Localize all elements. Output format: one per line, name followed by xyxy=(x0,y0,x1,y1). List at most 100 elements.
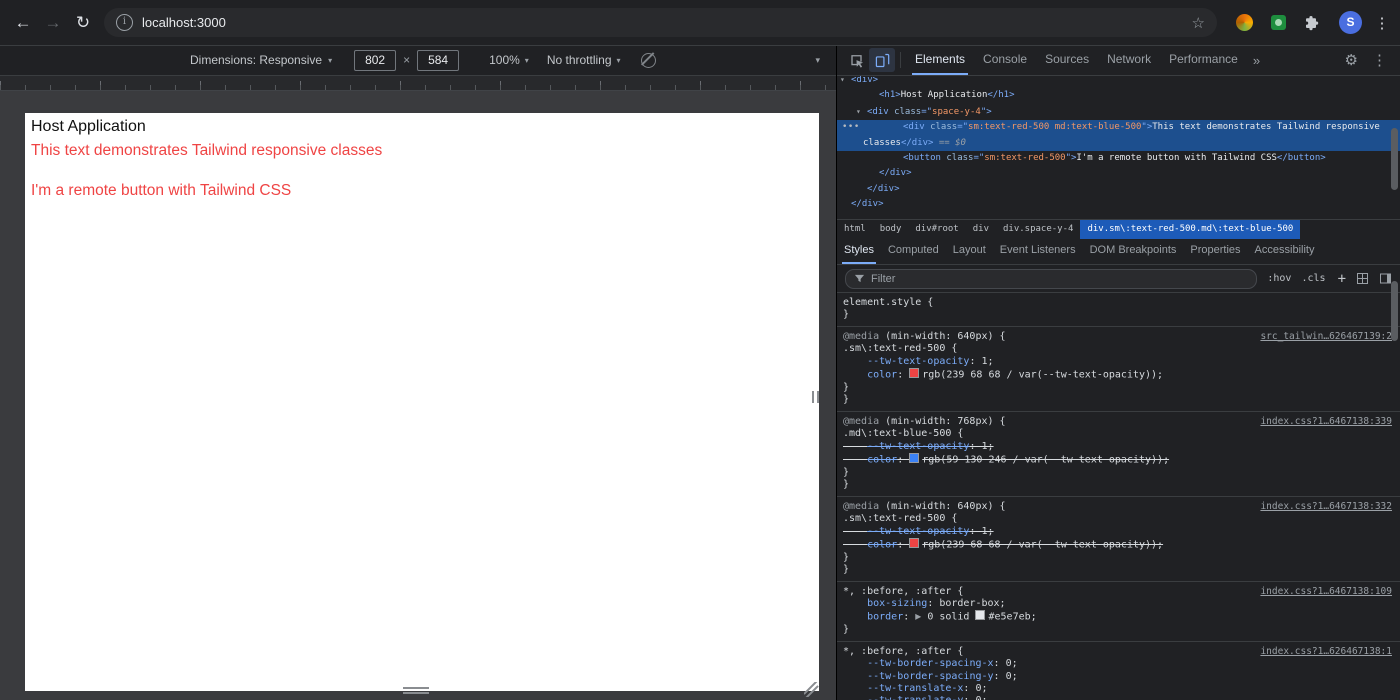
extensions-puzzle-icon[interactable] xyxy=(1304,15,1320,31)
stylesheet-source-link[interactable]: index.css?1…6467138:332 xyxy=(1260,501,1392,512)
viewport-width-input[interactable]: 802 xyxy=(354,49,397,71)
new-style-rule-button[interactable]: + xyxy=(1338,271,1346,287)
css-declaration[interactable]: color: rgb(239 68 68 / var(--tw-text-opa… xyxy=(843,537,1394,552)
css-declaration[interactable]: --tw-border-spacing-y: 0; xyxy=(843,671,1394,683)
element-classes-button[interactable]: .cls xyxy=(1301,273,1325,284)
rotate-viewport-icon[interactable] xyxy=(640,52,656,68)
dom-tree-node[interactable]: ▾ <div class="space-y-4"> xyxy=(837,104,1400,120)
device-toolbar-toggle-icon[interactable] xyxy=(869,48,895,72)
throttling-select[interactable]: No throttling ▾ xyxy=(547,53,621,67)
more-tabs-icon[interactable]: » xyxy=(1247,53,1266,68)
code-token: classes xyxy=(863,137,901,148)
css-declaration[interactable]: color: rgb(59 130 246 / var(--tw-text-op… xyxy=(843,452,1394,467)
dom-tree-node[interactable]: <button class="sm:text-red-500">I'm a re… xyxy=(837,151,1400,166)
stylesheet-source-link[interactable]: index.css?1…6467138:109 xyxy=(1260,586,1392,597)
node-more-actions-icon[interactable]: ••• xyxy=(842,120,860,135)
viewport-resize-handle-corner[interactable] xyxy=(804,682,820,697)
css-declaration[interactable]: --tw-border-spacing-x: 0; xyxy=(843,658,1394,670)
settings-gear-icon[interactable]: ⚙ xyxy=(1338,51,1365,69)
css-declaration[interactable]: --tw-text-opacity: 1; xyxy=(843,526,1394,538)
css-declaration[interactable]: .md\:text-blue-500 { xyxy=(843,428,1394,440)
stylesheet-source-link[interactable]: index.css?1…6467138:339 xyxy=(1260,416,1392,427)
dom-tree-node[interactable]: ••• <div class="sm:text-red-500 md:text-b… xyxy=(837,120,1400,136)
devtools-tab-sources[interactable]: Sources xyxy=(1036,45,1098,75)
browser-menu-icon[interactable]: ⋮ xyxy=(1372,14,1392,32)
breadcrumb-item[interactable]: html xyxy=(837,220,873,239)
styles-tab-layout[interactable]: Layout xyxy=(946,239,993,264)
stylesheet-source-link[interactable]: index.css?1…626467138:1 xyxy=(1260,646,1392,657)
url-text[interactable]: localhost:3000 xyxy=(142,15,1192,30)
stylesheet-source-link[interactable]: src_tailwin…626467139:2 xyxy=(1260,331,1392,342)
color-swatch[interactable] xyxy=(975,610,986,621)
forward-icon[interactable]: → xyxy=(38,13,68,33)
css-declaration[interactable]: } xyxy=(843,309,1394,321)
viewport-resize-handle-bottom[interactable] xyxy=(403,687,429,694)
viewport-height-input[interactable]: 584 xyxy=(417,49,460,71)
styles-tab-event-listeners[interactable]: Event Listeners xyxy=(993,239,1083,264)
css-declaration[interactable]: } xyxy=(843,564,1394,576)
styles-tab-styles[interactable]: Styles xyxy=(837,239,881,264)
css-declaration[interactable]: --tw-translate-y: 0; xyxy=(843,695,1394,700)
color-swatch[interactable] xyxy=(909,452,920,463)
css-declaration[interactable]: box-sizing: border-box; xyxy=(843,598,1394,610)
zoom-select[interactable]: 100% ▾ xyxy=(489,53,529,67)
devtools-tab-network[interactable]: Network xyxy=(1098,45,1160,75)
styles-tab-computed[interactable]: Computed xyxy=(881,239,946,264)
css-declaration[interactable]: } xyxy=(843,467,1394,479)
reload-icon[interactable]: ↻ xyxy=(68,13,98,33)
site-info-icon[interactable]: i xyxy=(116,14,133,31)
devtools-menu-icon[interactable]: ⋮ xyxy=(1365,51,1394,69)
expand-caret-icon[interactable]: ▾ xyxy=(856,104,867,119)
dom-tree-node[interactable]: </div> xyxy=(837,166,1400,181)
color-swatch[interactable] xyxy=(909,537,920,548)
breadcrumb-item[interactable]: div xyxy=(966,220,996,239)
breadcrumb-item[interactable]: div.space-y-4 xyxy=(996,220,1080,239)
dom-tree-node[interactable]: </div> xyxy=(837,182,1400,197)
inspect-element-icon[interactable] xyxy=(843,48,869,72)
css-declaration[interactable]: } xyxy=(843,624,1394,636)
styles-tab-dom-breakpoints[interactable]: DOM Breakpoints xyxy=(1083,239,1184,264)
styles-scrollbar[interactable] xyxy=(1391,281,1398,341)
css-declaration[interactable]: element.style { xyxy=(843,297,1394,309)
dom-tree-node[interactable]: ▾ <div> xyxy=(837,76,1400,88)
dom-tree-node[interactable]: classes</div> == $0 xyxy=(837,135,1400,152)
css-declaration[interactable]: } xyxy=(843,394,1394,406)
css-declaration[interactable]: } xyxy=(843,479,1394,491)
breadcrumb-item[interactable]: body xyxy=(873,220,909,239)
grid-editor-icon[interactable] xyxy=(1356,272,1369,285)
extension-icon-1[interactable] xyxy=(1236,14,1253,31)
css-declaration[interactable]: .sm\:text-red-500 { xyxy=(843,343,1394,355)
css-declaration[interactable]: .sm\:text-red-500 { xyxy=(843,513,1394,525)
breadcrumb-item[interactable]: div#root xyxy=(908,220,965,239)
bookmark-star-icon[interactable]: ☆ xyxy=(1192,14,1205,32)
color-swatch[interactable] xyxy=(909,368,920,379)
css-declaration[interactable]: } xyxy=(843,552,1394,564)
toggle-element-state-button[interactable]: :hov xyxy=(1267,273,1291,284)
extension-icon-2[interactable] xyxy=(1271,15,1286,30)
devtools-tab-elements[interactable]: Elements xyxy=(906,45,974,75)
back-icon[interactable]: ← xyxy=(8,13,38,33)
breadcrumb-item[interactable]: div.sm\:text-red-500.md\:text-blue-500 xyxy=(1080,220,1301,239)
remote-button[interactable]: I'm a remote button with Tailwind CSS xyxy=(31,182,291,200)
css-declaration[interactable]: --tw-translate-x: 0; xyxy=(843,683,1394,695)
css-declaration[interactable]: --tw-text-opacity: 1; xyxy=(843,356,1394,368)
expand-caret-icon[interactable]: ▾ xyxy=(840,76,851,87)
devtools-tab-console[interactable]: Console xyxy=(974,45,1036,75)
styles-filter-input[interactable]: Filter xyxy=(845,268,1258,289)
styles-tab-accessibility[interactable]: Accessibility xyxy=(1248,239,1322,264)
css-declaration[interactable]: color: rgb(239 68 68 / var(--tw-text-opa… xyxy=(843,368,1394,382)
dom-tree-node[interactable]: <h1>Host Application</h1> xyxy=(837,88,1400,103)
tree-scrollbar[interactable] xyxy=(1391,128,1398,190)
css-declaration[interactable]: } xyxy=(843,382,1394,394)
profile-avatar[interactable]: S xyxy=(1339,11,1362,34)
device-toolbar-options-icon[interactable]: ▾ xyxy=(815,55,820,66)
css-declaration[interactable]: border: ▶ 0 solid #e5e7eb; xyxy=(843,610,1394,624)
devtools-tab-performance[interactable]: Performance xyxy=(1160,45,1247,75)
device-type-select[interactable]: Dimensions: Responsive ▾ xyxy=(190,53,332,67)
screen: ← → ↻ i localhost:3000 ☆ S ⋮ Dimensions:… xyxy=(0,0,1400,700)
dom-tree-node[interactable]: </div> xyxy=(837,197,1400,212)
css-declaration[interactable]: --tw-text-opacity: 1; xyxy=(843,441,1394,453)
viewport-resize-handle-right[interactable] xyxy=(812,391,819,403)
url-bar[interactable]: i localhost:3000 ☆ xyxy=(104,8,1217,37)
styles-tab-properties[interactable]: Properties xyxy=(1183,239,1247,264)
